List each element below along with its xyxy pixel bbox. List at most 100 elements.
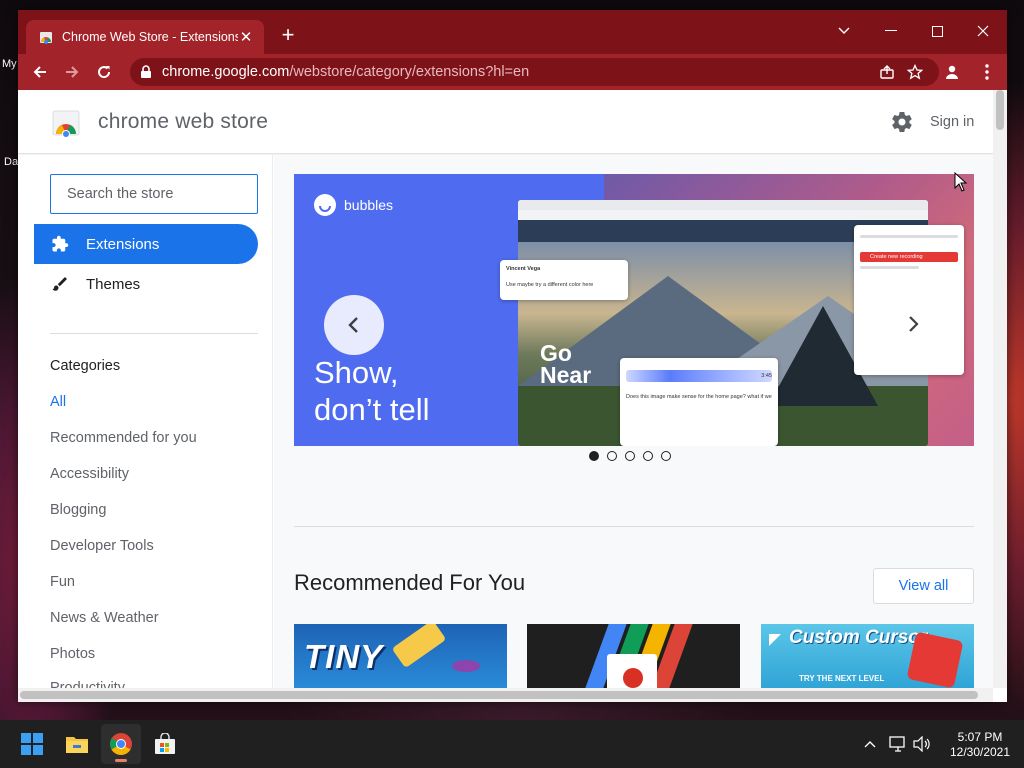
desktop-icon-label[interactable]: Da [4, 156, 18, 168]
category-fun[interactable]: Fun [50, 574, 75, 590]
mock-line [860, 266, 919, 269]
shopping-bag-icon [155, 733, 175, 754]
network-button[interactable] [888, 734, 908, 754]
bookmark-button[interactable] [901, 58, 929, 86]
carousel-dot[interactable] [589, 451, 599, 461]
gear-icon[interactable] [890, 110, 914, 134]
address-host: chrome.google.com [162, 64, 290, 80]
mock-tab-bar [518, 200, 928, 210]
fish-icon [452, 660, 480, 672]
carousel-dot[interactable] [661, 451, 671, 461]
chevron-down-icon [838, 27, 850, 34]
minimize-icon [885, 30, 897, 31]
carousel-dot[interactable] [643, 451, 653, 461]
mock-time: 3:45 [761, 373, 772, 379]
forward-button[interactable] [56, 56, 88, 88]
card-sublabel: TRY THE NEXT LEVEL [799, 674, 885, 683]
share-button[interactable] [873, 58, 901, 86]
chrome-taskbar-button[interactable] [101, 724, 141, 764]
file-explorer-button[interactable] [57, 724, 97, 764]
title-bar: Chrome Web Store - Extensions ✕ + [18, 10, 1007, 54]
category-news-weather[interactable]: News & Weather [50, 610, 159, 626]
minimize-button[interactable] [868, 16, 914, 46]
folder-icon [66, 737, 88, 753]
scrollbar-thumb[interactable] [996, 90, 1004, 130]
mock-recorder-card: Create new recording [854, 225, 964, 375]
horizontal-scrollbar[interactable] [18, 688, 993, 702]
category-photos[interactable]: Photos [50, 646, 95, 662]
category-recommended[interactable]: Recommended for you [50, 430, 197, 446]
maximize-icon [931, 25, 943, 37]
dice-icon [906, 631, 964, 688]
menu-button[interactable] [973, 58, 1001, 86]
back-button[interactable] [24, 56, 56, 88]
scrollbar-thumb[interactable] [20, 691, 978, 699]
categories-heading: Categories [50, 358, 121, 374]
browser-tab[interactable]: Chrome Web Store - Extensions ✕ [26, 20, 264, 54]
sidebar-item-themes[interactable]: Themes [34, 264, 258, 304]
category-blogging[interactable]: Blogging [50, 502, 106, 518]
active-app-indicator [115, 759, 127, 762]
carousel-dots [589, 451, 679, 461]
sign-in-link[interactable]: Sign in [930, 114, 974, 130]
recommended-card[interactable]: Custom Cursor TRY THE NEXT LEVEL [761, 624, 974, 688]
chrome-icon [110, 733, 132, 755]
cursor-arrow-icon [769, 634, 781, 646]
brush-icon [50, 274, 70, 294]
recommended-heading: Recommended For You [294, 570, 526, 595]
search-input[interactable] [50, 174, 258, 214]
hero-brand: bubbles [314, 194, 393, 216]
tray-overflow-button[interactable] [860, 734, 880, 754]
vertical-scrollbar[interactable] [993, 90, 1007, 688]
chevron-up-icon [864, 741, 876, 748]
pencil-icon [391, 624, 447, 669]
profile-button[interactable] [938, 58, 966, 86]
carousel-dot[interactable] [625, 451, 635, 461]
start-button[interactable] [12, 724, 52, 764]
sidebar-divider [50, 333, 258, 334]
carousel-dot[interactable] [607, 451, 617, 461]
hero-brand-name: bubbles [344, 197, 394, 213]
category-productivity[interactable]: Productivity [50, 680, 125, 688]
bubbles-logo-icon [314, 194, 336, 216]
close-window-button[interactable] [960, 16, 1006, 46]
puzzle-icon [50, 234, 70, 254]
mock-headline-line: Go [540, 340, 572, 366]
recommended-card[interactable]: TINY [294, 624, 507, 688]
web-store-logo-icon[interactable] [51, 107, 81, 137]
view-all-button[interactable]: View all [873, 568, 974, 604]
close-icon [977, 25, 989, 37]
new-tab-button[interactable]: + [276, 23, 300, 47]
address-bar[interactable]: chrome.google.com/webstore/category/exte… [130, 58, 939, 86]
maximize-button[interactable] [914, 16, 960, 46]
category-all[interactable]: All [50, 394, 66, 410]
chevron-right-icon [909, 316, 919, 332]
carousel-prev-button[interactable] [324, 295, 384, 355]
star-icon [907, 64, 923, 80]
sidebar-item-extensions[interactable]: Extensions [34, 224, 258, 264]
web-store-favicon-icon [40, 32, 52, 44]
web-page: chrome web store Sign in Extensions Them… [18, 90, 993, 688]
tab-search-button[interactable] [821, 16, 867, 46]
browser-toolbar: chrome.google.com/webstore/category/exte… [18, 54, 1007, 90]
carousel-next-button[interactable] [899, 310, 927, 338]
store-title[interactable]: chrome web store [98, 110, 268, 134]
desktop-icon-label[interactable]: My [2, 58, 17, 70]
store-taskbar-button[interactable] [145, 724, 185, 764]
recommended-card[interactable] [527, 624, 740, 688]
address-url: chrome.google.com/webstore/category/exte… [162, 64, 873, 80]
lock-icon[interactable] [140, 65, 152, 79]
bag-logo-icon [623, 668, 643, 688]
mock-user: Vincent Vega [506, 266, 541, 272]
system-clock[interactable]: 5:07 PM 12/30/2021 [940, 730, 1020, 760]
mock-comment-card: Vincent Vega Use maybe try a different c… [500, 260, 628, 300]
volume-button[interactable] [912, 734, 932, 754]
tab-close-icon[interactable]: ✕ [238, 28, 254, 46]
hero-carousel[interactable]: bubbles Show, don’t tell Go Near Vincent… [294, 174, 974, 446]
mock-question-card: 3:45 Does this image make sense for the … [620, 358, 778, 446]
category-accessibility[interactable]: Accessibility [50, 466, 129, 482]
card-label: Custom Cursor [789, 627, 928, 648]
reload-button[interactable] [88, 56, 120, 88]
category-developer-tools[interactable]: Developer Tools [50, 538, 154, 554]
mock-comment: Use maybe try a different color here [506, 282, 594, 288]
